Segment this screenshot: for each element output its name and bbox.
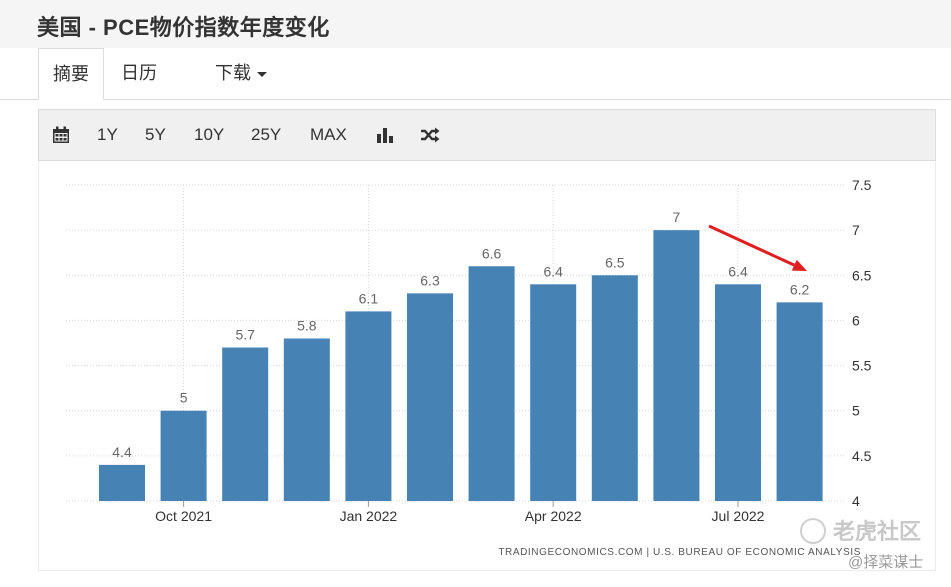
data-label: 6.6 xyxy=(482,245,502,261)
y-tick-label: 7.5 xyxy=(852,177,872,193)
shuffle-icon[interactable] xyxy=(420,126,440,149)
data-label: 5.7 xyxy=(235,327,255,343)
arrow-shaft xyxy=(708,224,795,267)
tab-download-label: 下载 xyxy=(215,63,251,83)
bar xyxy=(653,230,700,501)
bar-chart: 4.4 5 5.7 5.8 6.1 6.3 6.6 6.4 6.5 7 6.4 6.2 4 4.5 5 5.… xyxy=(66,177,923,570)
bar xyxy=(222,347,269,501)
tab-summary[interactable]: 摘要 xyxy=(38,48,104,100)
y-tick-label: 6 xyxy=(852,312,860,328)
bar xyxy=(407,293,453,501)
range-max-button[interactable]: MAX xyxy=(310,110,347,160)
range-1y-button[interactable]: 1Y xyxy=(97,110,118,160)
page-title: 美国 - PCE物价指数年度变化 xyxy=(37,15,330,40)
caret-down-icon xyxy=(257,71,267,77)
range-10y-button[interactable]: 10Y xyxy=(194,110,224,160)
annotation-arrow xyxy=(708,224,807,271)
data-label: 4.4 xyxy=(112,444,132,460)
data-label: 5.8 xyxy=(297,317,317,333)
x-tick-label: Apr 2022 xyxy=(525,508,582,524)
data-labels: 4.4 5 5.7 5.8 6.1 6.3 6.6 6.4 6.5 7 6.4 6.2 xyxy=(112,209,809,460)
y-tick-label: 5.5 xyxy=(852,358,872,374)
x-tick-label: Jan 2022 xyxy=(340,508,398,524)
watermark-main: 老虎社区 xyxy=(832,519,921,544)
tab-bar: 摘要 日历 下载 xyxy=(0,48,951,100)
calendar-icon[interactable] xyxy=(52,126,70,149)
watermark-sub: @择菜谋士 xyxy=(848,554,923,570)
tab-calendar[interactable]: 日历 xyxy=(121,48,157,99)
bar xyxy=(776,302,823,501)
watermark: 老虎社区 @择菜谋士 xyxy=(800,518,923,570)
bar xyxy=(99,464,145,501)
bar xyxy=(345,311,392,501)
range-25y-button[interactable]: 25Y xyxy=(251,110,281,160)
tab-download[interactable]: 下载 xyxy=(215,48,267,99)
source-note: TRADINGECONOMICS.COM | U.S. BUREAU OF EC… xyxy=(498,547,861,558)
y-axis-ticks: 4 4.5 5 5.5 6 6.5 7 7.5 xyxy=(852,177,872,509)
range-5y-button[interactable]: 5Y xyxy=(145,110,166,160)
x-tick-label: Jul 2022 xyxy=(712,508,765,524)
data-label: 6.3 xyxy=(420,272,440,288)
chart-area: 4.4 5 5.7 5.8 6.1 6.3 6.6 6.4 6.5 7 6.4 6.2 4 4.5 5 5.… xyxy=(38,161,936,571)
data-label: 6.2 xyxy=(790,281,810,297)
tab-summary-label: 摘要 xyxy=(53,64,89,84)
bar xyxy=(160,410,207,501)
data-label: 5 xyxy=(180,390,188,406)
bar xyxy=(283,338,330,501)
chart-toolbar: 1Y 5Y 10Y 25Y MAX xyxy=(38,109,936,161)
y-tick-label: 6.5 xyxy=(852,267,872,283)
watermark-logo-icon xyxy=(800,518,826,544)
title-bar: 美国 - PCE物价指数年度变化 xyxy=(0,0,951,49)
data-label: 6.4 xyxy=(543,263,563,279)
x-tick-label: Oct 2021 xyxy=(155,508,212,524)
x-axis-ticks: Oct 2021 Jan 2022 Apr 2022 Jul 2022 xyxy=(155,501,765,524)
data-label: 6.4 xyxy=(728,263,748,279)
y-tick-label: 4 xyxy=(852,493,860,509)
data-label: 6.1 xyxy=(359,290,379,306)
data-label: 6.5 xyxy=(605,254,625,270)
bar-chart-icon[interactable] xyxy=(376,127,394,149)
y-tick-label: 5 xyxy=(852,403,860,419)
tab-calendar-label: 日历 xyxy=(121,63,157,83)
y-tick-label: 7 xyxy=(852,222,860,238)
bar xyxy=(468,266,515,501)
bar xyxy=(530,284,577,501)
y-tick-label: 4.5 xyxy=(852,448,872,464)
bar xyxy=(715,284,761,501)
bar xyxy=(591,275,638,501)
data-label: 7 xyxy=(673,209,681,225)
